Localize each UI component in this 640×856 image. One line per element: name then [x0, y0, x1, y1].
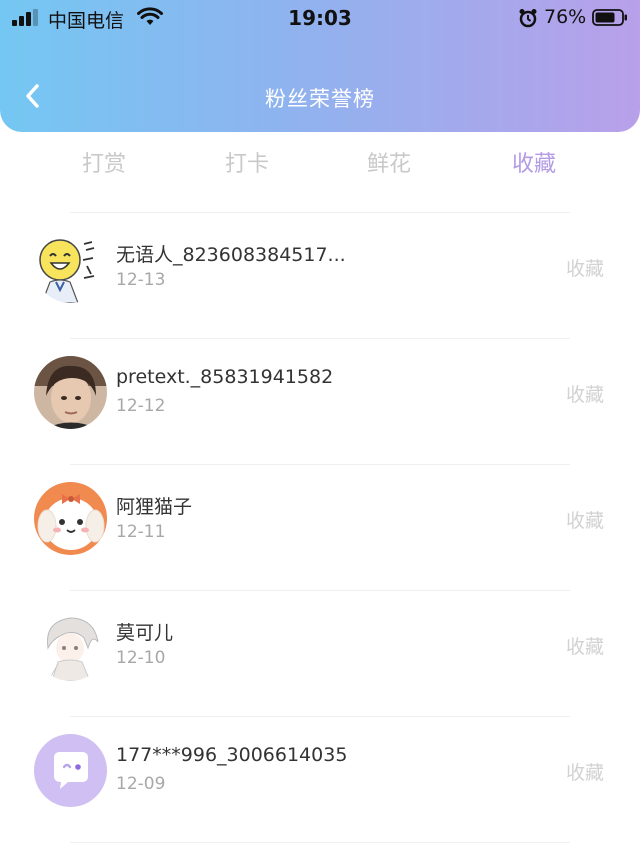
portrait-photo-avatar	[34, 356, 107, 429]
user-name: 阿狸猫子	[116, 496, 193, 518]
anime-girl-avatar	[34, 608, 107, 681]
favorite-date: 12-13	[116, 270, 166, 290]
tab-bar: 打赏 打卡 鲜花 收藏	[0, 140, 640, 186]
list-item[interactable]: 无语人_823608384517... 12-13 收藏	[0, 212, 640, 338]
action-label: 收藏	[565, 762, 604, 784]
alarm-clock-icon	[519, 9, 537, 28]
chat-bubble-avatar	[34, 734, 107, 807]
user-name: 莫可儿	[116, 622, 174, 644]
user-name: 177***996_3006614035	[116, 744, 348, 766]
action-label: 收藏	[565, 636, 604, 658]
battery-icon	[592, 9, 627, 26]
list-item[interactable]: 莫可儿 12-10 收藏	[0, 590, 640, 716]
action-label: 收藏	[565, 510, 604, 532]
battery-percentage: 76%	[544, 6, 587, 28]
user-name: pretext._85831941582	[116, 366, 334, 388]
action-label: 收藏	[565, 384, 604, 406]
page-title: 粉丝荣誉榜	[265, 87, 375, 111]
action-label: 收藏	[565, 258, 604, 280]
favorite-date: 12-12	[116, 396, 166, 416]
user-name: 无语人_823608384517...	[116, 244, 346, 266]
favorite-date: 12-09	[116, 774, 166, 794]
cartoon-dog-avatar	[34, 482, 107, 555]
tab-flowers[interactable]: 鲜花	[329, 146, 449, 178]
list-item[interactable]: 177***996_3006614035 12-09 收藏	[0, 716, 640, 842]
tab-tipping[interactable]: 打赏	[44, 146, 164, 178]
tab-favorites[interactable]: 收藏	[474, 146, 594, 178]
emoji-face-avatar	[34, 230, 107, 303]
status-bar: 中国电信 19:03 76%	[0, 0, 640, 36]
header-bar: 中国电信 19:03 76% 粉丝荣誉榜	[0, 0, 640, 132]
list-item[interactable]: pretext._85831941582 12-12 收藏	[0, 338, 640, 464]
list-item[interactable]: 阿狸猫子 12-11 收藏	[0, 464, 640, 590]
favorite-date: 12-10	[116, 648, 166, 668]
tab-checkin[interactable]: 打卡	[187, 146, 307, 178]
divider	[70, 842, 570, 843]
favorite-date: 12-11	[116, 522, 166, 542]
